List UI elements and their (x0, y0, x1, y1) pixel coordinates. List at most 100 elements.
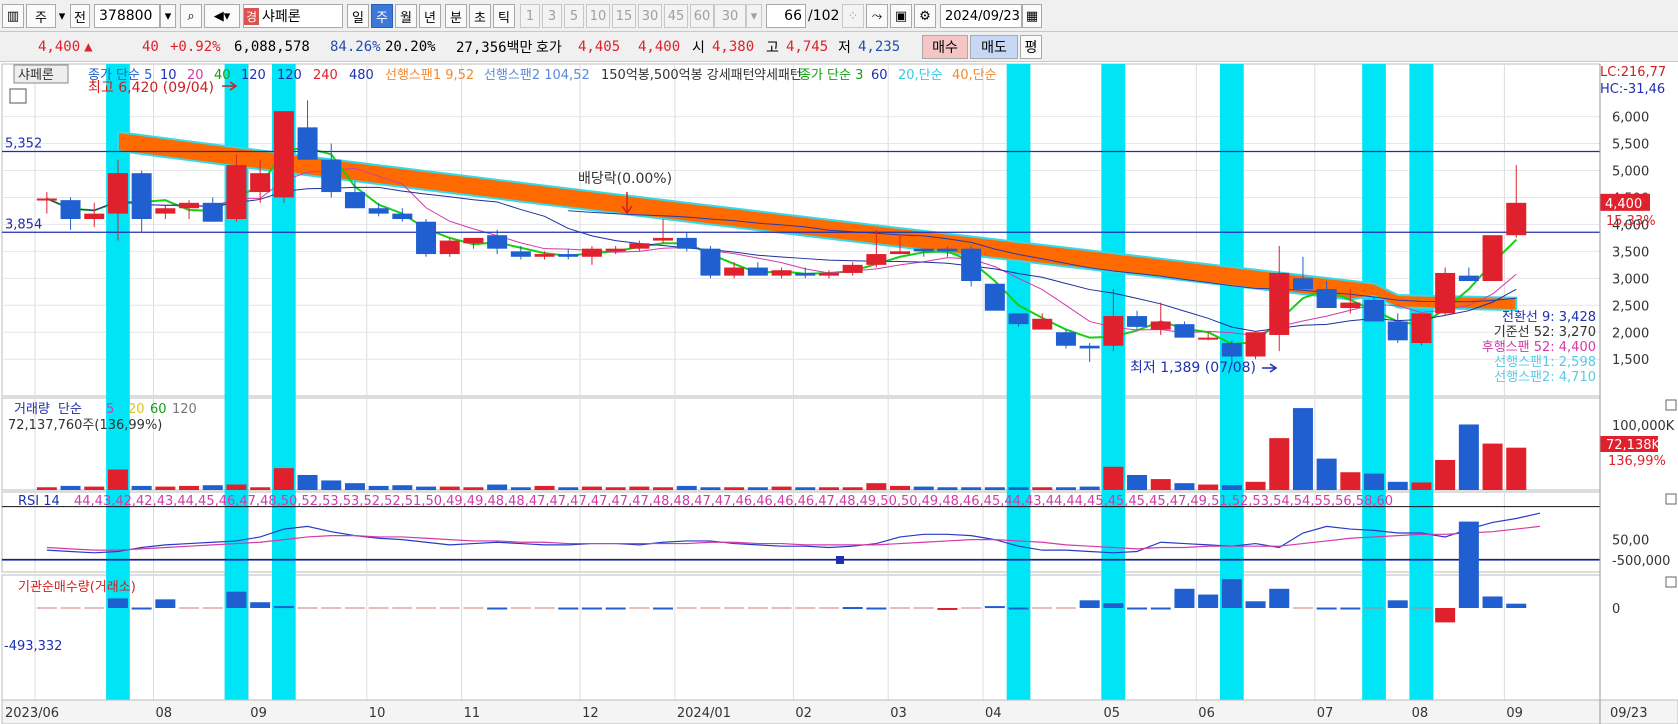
candle-body (984, 283, 1005, 311)
interval-tab-1[interactable]: 3 (542, 4, 562, 28)
institution-bar (273, 606, 294, 609)
layout-icon[interactable]: ▥ (2, 4, 24, 28)
volume-bar (558, 487, 579, 490)
volume-bar (890, 485, 911, 490)
stock-name-field[interactable]: 경 샤페론 (243, 4, 343, 28)
stock-chart[interactable]: 5,3523,854최고 6,420 (09/04)배당락(0.00%)최저 1… (0, 62, 1678, 724)
hc-label: HC:-31,46 (1600, 82, 1665, 97)
volume-bar (439, 486, 460, 490)
institution-bar (1245, 601, 1266, 608)
volume-bar (1292, 408, 1313, 490)
volume-bar (84, 486, 105, 490)
institution-bar (1150, 607, 1171, 610)
prev-label: 전 (74, 10, 86, 26)
candle-body (605, 248, 626, 252)
volume-bar (368, 485, 389, 490)
bar-total: /102 (808, 8, 840, 24)
y-tick-label: 6,000 (1612, 111, 1649, 126)
period-tab-4[interactable]: 분 (445, 4, 467, 28)
institution-bar (1435, 608, 1456, 623)
prev-button[interactable]: 전 (70, 4, 90, 28)
legend-item: 선행스팬2 104,52 (484, 67, 590, 83)
change-pct: +0.92% (170, 39, 221, 55)
candle-body (842, 264, 863, 273)
x-tick-label: 05 (1104, 706, 1121, 721)
institution-bar (1482, 596, 1503, 608)
period-tab-5[interactable]: 초 (469, 4, 491, 28)
candle-body (1506, 202, 1527, 236)
period-tab-2[interactable]: 월 (395, 4, 417, 28)
ichimoku-label: 후행스팬 52: 4,400 (1482, 339, 1596, 355)
period-tab-1[interactable]: 주 (371, 4, 393, 28)
chevron-down-icon[interactable]: ▾ (58, 4, 66, 28)
period-tab-0[interactable]: 일 (347, 4, 369, 28)
sell-button[interactable]: 매도 (970, 35, 1018, 59)
save-icon[interactable]: ▣ (890, 4, 912, 28)
search-icon[interactable]: ⌕ (180, 4, 202, 28)
calendar-icon[interactable]: ▦ (1022, 4, 1042, 28)
eval-button[interactable]: 평 (1020, 35, 1042, 59)
volume-bar (487, 484, 508, 490)
grid-icon[interactable]: ⁘ (842, 4, 864, 28)
interval-tab-7[interactable]: 60 (690, 4, 714, 28)
legend-item: 240 (313, 68, 338, 83)
legend-item: 150억봉,500억봉 강세패턴 (601, 68, 755, 83)
date-input[interactable]: 2024/09/23 (940, 4, 1022, 28)
panel-toggle-icon (1665, 576, 1677, 588)
ichimoku-label: 선행스팬1: 2,598 (1494, 354, 1596, 370)
institution-y-tick: -500,000 (1612, 554, 1670, 569)
code-dropdown-icon[interactable]: ▾ (160, 4, 176, 28)
candle-body (581, 248, 602, 257)
institution-bar (1079, 600, 1100, 608)
bar-count-input[interactable]: 66 (766, 4, 806, 28)
highlight-column (1362, 64, 1386, 700)
interval-tab-5[interactable]: 30 (638, 4, 662, 28)
interval-tab-2[interactable]: 5 (564, 4, 584, 28)
market-button[interactable]: 주 (26, 4, 56, 28)
legend-item: 선행스팬1 9,52 (385, 67, 474, 83)
dividend-annotation: 배당락(0.00%) (578, 171, 672, 187)
date-value: 2024/09/23 (945, 8, 1020, 24)
stock-code-input[interactable]: 378800 (94, 4, 160, 28)
speaker-icon[interactable]: ◀▾ (204, 4, 240, 28)
volume-bar (297, 474, 318, 490)
volume-bar (463, 487, 484, 490)
chevron-down-icon[interactable]: ▾ (746, 4, 762, 28)
rsi-title: RSI 14 (18, 494, 60, 509)
reference-line-label: 3,854 (5, 217, 42, 232)
legend-item: 약세패턴 (754, 68, 802, 83)
interval-tab-4[interactable]: 15 (612, 4, 636, 28)
interval-tab-3[interactable]: 10 (586, 4, 610, 28)
buy-button[interactable]: 매수 (922, 35, 968, 59)
institution-bar (1387, 600, 1408, 608)
volume-tag-label: 72,138K (1606, 438, 1660, 453)
institution-bar (1198, 594, 1219, 608)
candle-body (36, 198, 57, 201)
candle-body (297, 127, 318, 160)
interval-select[interactable]: 30 (714, 4, 746, 28)
legend-item: 20,단순 (898, 68, 943, 83)
bid-price: 4,400 (638, 39, 681, 55)
candle-body (1103, 316, 1124, 346)
candle-body (321, 159, 342, 193)
volume-bar (36, 487, 57, 490)
period-tab-3[interactable]: 년 (419, 4, 441, 28)
volume-bar (131, 485, 152, 490)
institution-bar (605, 607, 626, 610)
gear-icon[interactable]: ⚙ (914, 4, 936, 28)
reference-line-label: 5,352 (5, 137, 42, 152)
volume-bar (107, 469, 128, 490)
candle-body (487, 235, 508, 249)
volume-bar (866, 483, 887, 490)
volume-legend-item: 60 (150, 402, 167, 417)
legend-item: 60 (871, 68, 888, 83)
chart-tool-icon[interactable]: ⤳ (866, 4, 888, 28)
candle-body (676, 237, 697, 249)
x-tick-label: 08 (1412, 706, 1429, 721)
volume-bar (1150, 479, 1171, 490)
institution-bar (1269, 588, 1290, 608)
interval-tab-0[interactable]: 1 (520, 4, 540, 28)
legend-stock-name: 샤페론 (18, 68, 54, 83)
interval-tab-6[interactable]: 45 (664, 4, 688, 28)
period-tab-6[interactable]: 틱 (493, 4, 515, 28)
